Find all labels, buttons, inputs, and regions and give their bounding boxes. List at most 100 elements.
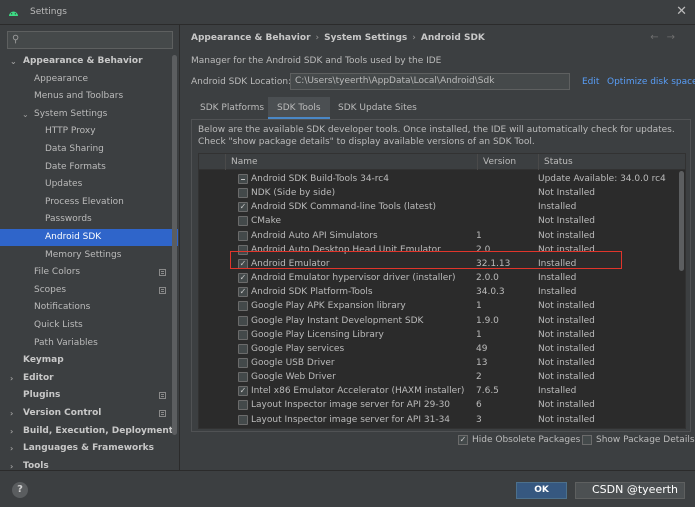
tab-sdk-platforms[interactable]: SDK Platforms [191, 97, 273, 119]
row-checkbox[interactable] [238, 372, 248, 383]
chevron-right-icon[interactable]: › [10, 440, 13, 457]
row-checkbox[interactable]: ✓ [238, 386, 248, 397]
sidebar-item[interactable]: Updates [0, 176, 178, 193]
column-header-status[interactable]: Status [538, 154, 685, 170]
back-arrow-icon[interactable]: ← [650, 32, 666, 43]
sidebar-item[interactable]: Quick Lists [0, 317, 178, 334]
table-row[interactable]: Android SDK Build-Tools 34-rc4 Update Ava… [199, 172, 685, 186]
row-checkbox[interactable] [238, 230, 248, 241]
table-row[interactable]: Google Play Licensing Library 1 Not instal… [199, 328, 685, 342]
column-header-name[interactable]: Name [225, 154, 477, 170]
watermark: CSDN @tyeerth [592, 483, 679, 496]
tab-sdk-update-sites[interactable]: SDK Update Sites [329, 97, 426, 119]
close-icon[interactable]: ✕ [676, 4, 687, 19]
breadcrumb-separator-icon: › [412, 33, 416, 43]
sidebar-item[interactable]: Memory Settings [0, 247, 178, 264]
status-cell: Not Installed [538, 188, 595, 199]
edit-link[interactable]: Edit [582, 77, 599, 87]
sidebar-item-label: Process Elevation [45, 196, 124, 207]
forward-arrow-icon[interactable]: → [667, 32, 683, 43]
sidebar-item[interactable]: Menus and Toolbars [0, 88, 178, 105]
row-checkbox[interactable] [238, 301, 248, 312]
sidebar-item[interactable]: Keymap [0, 352, 178, 369]
name-cell: Google USB Driver [251, 357, 335, 368]
version-cell: 3 [476, 414, 482, 425]
optimize-disk-space-link[interactable]: Optimize disk space [607, 77, 695, 87]
sidebar-item-label: Build, Execution, Deployment [23, 425, 174, 436]
project-level-icon [159, 286, 166, 294]
row-checkbox[interactable] [238, 188, 248, 199]
table-row[interactable]: Layout Inspector image server for API 29… [199, 398, 685, 412]
chevron-down-icon[interactable]: ⌄ [22, 106, 29, 123]
table-row[interactable]: Google Play services 49 Not installed [199, 342, 685, 356]
sidebar-item[interactable]: › Build, Execution, Deployment [0, 423, 178, 440]
name-cell: Android Auto API Simulators [251, 230, 378, 241]
row-checkbox[interactable] [238, 174, 248, 184]
table-row[interactable]: Google USB Driver 13 Not installed [199, 356, 685, 370]
row-checkbox[interactable]: ✓ [238, 287, 248, 298]
version-cell: 7.6.5 [476, 386, 499, 397]
sidebar-scrollbar[interactable] [172, 55, 177, 435]
row-checkbox[interactable] [238, 343, 248, 354]
sidebar-item[interactable]: Data Sharing [0, 141, 178, 158]
row-checkbox[interactable] [238, 329, 248, 340]
row-checkbox[interactable]: ✓ [238, 202, 248, 213]
sidebar-item[interactable]: Android SDK [0, 229, 178, 246]
project-level-icon [159, 410, 166, 417]
sdk-location-field[interactable]: C:\Users\tyeerth\AppData\Local\Android\S… [290, 73, 570, 90]
sidebar-item[interactable]: ⌄ Appearance & Behavior [0, 53, 178, 70]
sidebar-item[interactable]: › Version Control [0, 405, 178, 422]
table-row[interactable]: Google Web Driver 2 Not installed [199, 370, 685, 384]
table-row[interactable]: ✓ Android Emulator hypervisor driver (ins… [199, 271, 685, 285]
sidebar-item-label: HTTP Proxy [45, 126, 96, 137]
row-checkbox[interactable] [238, 315, 248, 326]
sidebar-item[interactable]: Plugins [0, 387, 178, 404]
sidebar-item-label: Passwords [45, 214, 92, 225]
chevron-right-icon[interactable]: › [10, 370, 13, 387]
sidebar-item[interactable]: Passwords [0, 211, 178, 228]
table-row[interactable]: Google Play APK Expansion library 1 Not in… [199, 299, 685, 313]
sidebar-item[interactable]: Notifications [0, 299, 178, 316]
table-scrollbar[interactable] [679, 171, 684, 271]
sidebar-item[interactable]: ⌄ System Settings [0, 106, 178, 123]
sidebar-item[interactable]: Path Variables [0, 335, 178, 352]
table-row[interactable]: Layout Inspector image server for API 31… [199, 413, 685, 427]
column-header-version[interactable]: Version [477, 154, 538, 170]
table-row[interactable]: NDK (Side by side) Not Installed [199, 186, 685, 200]
row-checkbox[interactable]: ✓ [238, 273, 248, 284]
sidebar-item[interactable]: Scopes [0, 282, 178, 299]
table-row[interactable]: ✓ Android SDK Platform-Tools 34.0.3 Install… [199, 285, 685, 299]
name-cell: Android Emulator hypervisor driver (inst… [251, 273, 456, 284]
row-checkbox[interactable] [238, 357, 248, 368]
row-checkbox[interactable] [238, 414, 248, 425]
table-row[interactable]: Android Auto API Simulators 1 Not installe… [199, 229, 685, 243]
show-details-checkbox[interactable] [582, 435, 592, 445]
search-input[interactable]: ⚲ [7, 31, 173, 49]
sidebar-item[interactable]: › Languages & Frameworks [0, 440, 178, 457]
table-row[interactable]: Google Play Instant Development SDK 1.9.0… [199, 314, 685, 328]
sidebar-item[interactable]: HTTP Proxy [0, 123, 178, 140]
table-row[interactable]: ✓ Android SDK Command-line Tools (latest)… [199, 200, 685, 214]
hide-obsolete-checkbox[interactable]: ✓ [458, 435, 468, 445]
sidebar-item[interactable]: File Colors [0, 264, 178, 281]
status-cell: Not installed [538, 230, 595, 241]
chevron-right-icon[interactable]: › [10, 423, 13, 440]
chevron-right-icon[interactable]: › [10, 405, 13, 422]
tab-sdk-tools[interactable]: SDK Tools [268, 97, 330, 119]
row-checkbox[interactable] [238, 216, 248, 227]
table-row[interactable]: CMake Not Installed [199, 214, 685, 228]
sidebar-item[interactable]: Date Formats [0, 159, 178, 176]
title-bar: Settings ✕ [0, 0, 695, 25]
chevron-down-icon[interactable]: ⌄ [10, 53, 17, 70]
sidebar-item[interactable]: Process Elevation [0, 194, 178, 211]
sidebar-item[interactable]: Appearance [0, 71, 178, 88]
version-cell: 2.0.0 [476, 273, 499, 284]
sidebar-item[interactable]: › Editor [0, 370, 178, 387]
page-description: Manager for the Android SDK and Tools us… [191, 56, 442, 66]
help-icon[interactable]: ? [12, 482, 28, 498]
ok-button[interactable]: OK [516, 482, 567, 499]
row-checkbox[interactable] [238, 400, 248, 411]
table-row[interactable]: ✓ Intel x86 Emulator Accelerator (HAXM in… [199, 384, 685, 398]
column-header-check[interactable] [199, 154, 225, 170]
sidebar-item-label: Quick Lists [34, 320, 83, 330]
